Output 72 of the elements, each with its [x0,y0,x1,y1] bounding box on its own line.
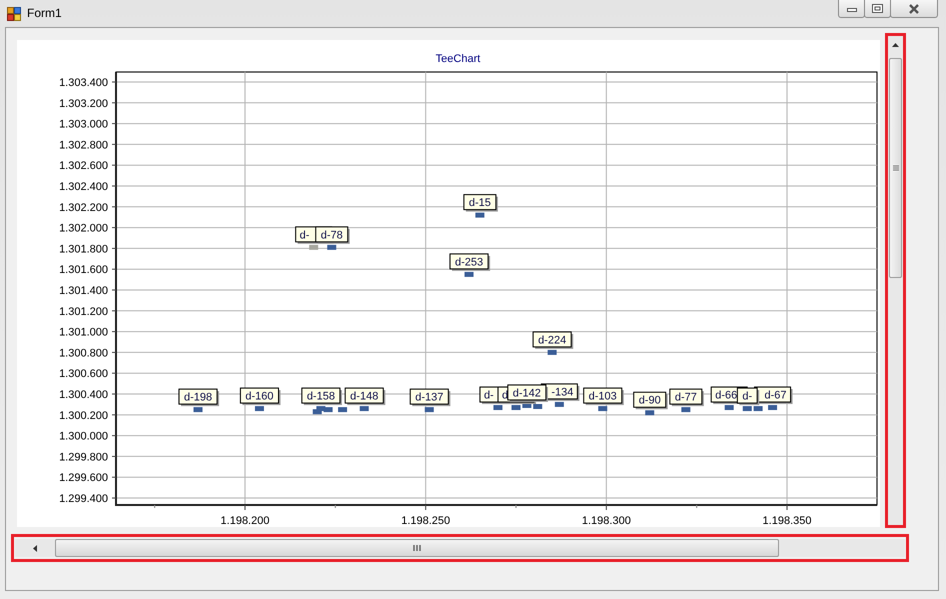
annotation: -134 [551,386,574,398]
y-tick-label: 1.300.200 [59,410,108,422]
y-tick-label: 1.299.800 [59,451,108,464]
annotation: d-160 [245,390,274,403]
data-label: d-253 [450,253,490,271]
y-tick-label: 1.302.400 [59,181,108,193]
minimize-icon [846,6,856,12]
x-tick-label: 1.198.300 [582,515,631,527]
annotation: d [502,390,508,402]
data-label: d-224 [532,331,574,349]
y-tick-label: 1.300.600 [59,368,108,380]
data-label: d-160 [240,388,280,406]
data-label: d-15 [463,194,498,212]
data-label: d-77 [669,388,704,406]
x-tick-label: 1.198.250 [401,515,450,527]
left-arrow-icon [33,544,37,552]
y-tick-label: 1.299.600 [59,472,108,484]
x-tick-label: 1.198.200 [220,515,270,527]
y-tick-label: 1.301.800 [59,243,108,256]
data-label: d-198 [178,388,220,406]
annotation: d-198 [184,392,212,404]
scrollbar-thumb[interactable] [55,539,779,557]
y-tick-label: 1.300.400 [59,389,108,402]
annotation: d- [300,229,310,242]
annotation: d-148 [350,390,378,403]
annotation: d-253 [454,256,484,268]
grip-icon [413,545,421,551]
scrollbar-thumb[interactable] [889,58,902,278]
data-label: d-137 [410,388,450,406]
annotation: d-77 [674,392,697,404]
annotation: d-67 [764,390,787,402]
data-label: d-158 [301,388,342,406]
y-tick-label: 1.303.200 [59,98,108,110]
y-tick-label: 1.302.800 [59,139,108,152]
y-tick-label: 1.301.400 [59,285,108,297]
annotation: d-224 [538,334,566,346]
annotation: d-103 [588,390,617,403]
restore-button[interactable] [864,0,891,18]
y-tick-label: 1.300.800 [59,347,108,360]
annotation: d-15 [468,197,491,210]
y-tick-label: 1.301.000 [59,326,108,339]
annotation: d-158 [306,390,335,403]
data-label: d- [736,388,760,406]
y-tick-label: 1.302.000 [59,222,108,235]
y-tick-label: 1.302.200 [59,202,108,214]
y-tick-label: 1.303.400 [59,76,108,89]
data-label: d-103 [583,388,624,406]
y-tick-label: 1.301.200 [59,306,108,318]
chart-title: TeeChart [436,53,480,65]
grip-icon [892,165,898,171]
data-label: d-142 [507,384,548,402]
window-title: Form1 [27,6,62,20]
close-icon [908,4,920,14]
y-tick-label: 1.299.400 [59,493,108,506]
x-tick-label: 1.198.350 [762,515,812,527]
y-tick-label: 1.303.000 [59,118,108,131]
data-label: d-78 [315,226,350,244]
annotation: d- [484,390,494,402]
data-label: d-148 [344,388,386,406]
annotation: d-90 [638,394,661,407]
minimize-button[interactable] [838,0,865,18]
y-tick-label: 1.300.000 [59,430,108,443]
annotation: d-137 [415,392,444,404]
up-arrow-icon [892,43,899,47]
data-label: d-90 [633,392,668,410]
horizontal-scrollbar[interactable] [15,539,905,557]
form-icon [7,7,21,21]
y-tick-label: 1.301.600 [59,264,108,276]
close-button[interactable] [890,0,938,18]
restore-icon [872,4,883,13]
annotation: d-66 [715,390,738,402]
y-tick-label: 1.302.600 [59,160,108,172]
